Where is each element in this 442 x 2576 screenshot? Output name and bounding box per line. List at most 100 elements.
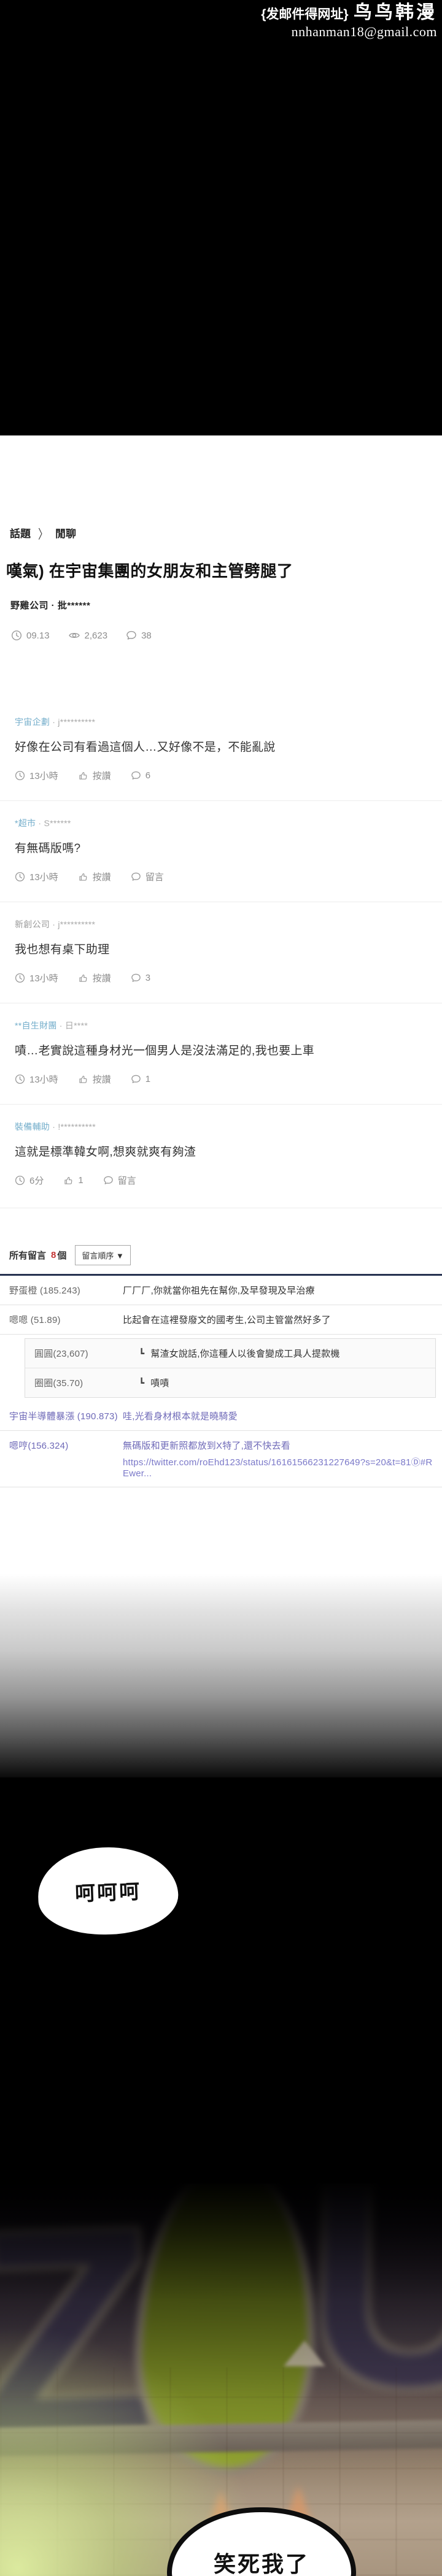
post-meta: 09.13 2,623 38 [11,630,442,641]
comment-count: 8 [51,1250,56,1260]
row-author: 宇宙半導體暴漲 (190.873) [9,1411,118,1422]
row-text: ┗ 幫渣女說話,你這種人以後會變成工具人提款機 [139,1349,340,1359]
comment-meta: 13小時 按讚 6 [15,769,427,782]
comment-item: 新創公司 · j********** 我也想有桌下助理 13小時 按讚 3 [0,902,442,1003]
reply-button[interactable]: 3 [131,973,150,983]
panel-fade-gradient [0,1574,442,1777]
comment-author: *超市 · S****** [15,817,427,829]
comment-author-id: · j********** [52,919,96,929]
like-button[interactable]: 1 [63,1175,83,1186]
thumbs-up-icon [79,873,87,881]
reply-row: 圈圈(35.70) ┗ 嘖嘖 [25,1368,435,1397]
comment-bubble-icon [131,771,141,780]
post-views: 2,623 [68,630,107,641]
watermark-badge: {发邮件得网址} [261,7,349,21]
watermark-email: nnhanman18@gmail.com [291,23,437,39]
comment-meta: 13小時 按讚 3 [15,972,427,984]
thumbs-up-icon [79,974,87,982]
table-row: 嗯嗯 (51.89) 比起會在這裡發廢文的國考生,公司主管當然好多了 [0,1305,442,1335]
forum-panel: 話題 〉 閒聊 嘆氣) 在宇宙集團的女朋友和主管劈腿了 野雞公司 · 批****… [0,435,442,1574]
post-author: 野雞公司 · 批****** [10,600,91,611]
comment-author: 新創公司 · j********** [15,918,427,930]
reply-button[interactable]: 留言 [103,1174,136,1187]
comment-count-unit: 個 [57,1251,67,1261]
speech-bubble-hehe: 呵呵呵 [36,1845,180,1937]
comment-bubble-icon [126,631,136,640]
reply-button[interactable]: 留言 [131,870,164,883]
webtoon-page: {发邮件得网址} 鸟鸟韩漫 nnhanman18@gmail.com 話題 〉 … [0,0,442,2576]
row-author: 嗯嗯 (51.89) [9,1315,61,1325]
row-text: 厂厂厂,你就當你祖先在幫你,及早發現及早治療 [123,1286,315,1296]
breadcrumb: 話題 〉 閒聊 [10,525,442,542]
sign-letter-u: U [304,2183,442,2447]
comment-author-id: · 日**** [59,1021,88,1030]
post-title: 嘆氣) 在宇宙集團的女朋友和主管劈腿了 [6,562,293,580]
comment-bubble-icon [131,973,141,982]
comment-author: **自生財團 · 日**** [15,1019,427,1032]
reply-button[interactable]: 6 [131,770,150,781]
table-row: 宇宙半導體暴漲 (190.873) 哇,光看身材根本就是曉騎愛 [0,1401,442,1431]
clock-icon [15,1074,25,1084]
reply-row: 圓圓(23,607) ┗ 幫渣女說話,你這種人以後會變成工具人提款機 [25,1339,435,1368]
comment-author-team: 宇宙企劃 [15,717,50,727]
comment-author-id: · !********** [52,1122,96,1132]
comment-meta: 13小時 按讚 1 [15,1073,427,1086]
sign-triangle-shape [284,2340,325,2366]
comment-item: *超市 · S****** 有無碼版嗎? 13小時 按讚 留言 [0,800,442,902]
watermark: {发邮件得网址} 鸟鸟韩漫 nnhanman18@gmail.com [261,2,437,39]
comment-author: 宇宙企劃 · j********** [15,716,427,728]
comment-time: 13小時 [15,870,58,883]
comment-text: 我也想有桌下助理 [15,943,110,956]
row-author: 嗯哼(156.324) [9,1441,69,1451]
comment-meta: 6分 1 留言 [15,1174,427,1187]
breadcrumb-current[interactable]: 閒聊 [55,525,76,540]
reply-arrow-icon: ┗ [139,1349,145,1359]
comment-text: 這就是標準韓女啊,想爽就爽有夠渣 [15,1146,196,1159]
sign-letter-z: Z [0,2183,160,2495]
comment-meta: 13小時 按讚 留言 [15,870,427,883]
table-row: 野蛋橙 (185.243) 厂厂厂,你就當你祖先在幫你,及早發現及早治療 [0,1276,442,1305]
thumbs-up-icon [79,1075,87,1083]
table-row: 嗯哼(156.324) 無碼版和更新照都放到X特了,還不快去看 https://… [0,1431,442,1487]
comment-author-team: **自生財團 [15,1021,57,1030]
reply-button[interactable]: 1 [131,1074,150,1084]
thumbs-up-icon [79,772,87,780]
comment-time: 13小時 [15,972,58,984]
like-button[interactable]: 按讚 [78,769,111,782]
twitter-link[interactable]: https://twitter.com/roEhd123/status/1616… [123,1455,436,1479]
comment-bubble-icon [103,1176,113,1184]
like-button[interactable]: 按讚 [78,972,111,984]
comment-bubble-icon [131,1075,141,1083]
row-text: 比起會在這裡發廢文的國考生,公司主管當然好多了 [123,1315,331,1325]
sort-order-dropdown[interactable]: 留言順序 ▼ [75,1245,131,1265]
row-text: 哇,光看身材根本就是曉騎愛 [123,1411,238,1422]
comment-bubble-icon [131,872,141,881]
all-comments-label: 所有留言 [9,1251,47,1261]
like-button[interactable]: 按讚 [78,870,111,883]
clock-icon [11,630,22,641]
sign-ledge [0,2420,442,2456]
eye-icon [68,633,80,638]
row-author: 圈圈(35.70) [34,1378,83,1389]
comment-text: 有無碼版嗎? [15,842,81,855]
post-comment-count: 38 [126,630,152,641]
comment-time: 13小時 [15,1073,58,1086]
row-text: ┗ 嘖嘖 [139,1378,169,1389]
comment-table-header: 所有留言 8 個 留言順序 ▼ [9,1245,442,1265]
reply-arrow-icon: ┗ [139,1378,145,1389]
row-author: 圓圓(23,607) [34,1349,88,1359]
clock-icon [15,770,25,781]
comment-author-team: 裝備輔助 [15,1122,50,1132]
comment-author-id: · S****** [38,818,71,828]
breadcrumb-root[interactable]: 話題 [10,525,31,540]
comment-author: 裝備輔助 · !********** [15,1121,427,1133]
reply-group: 圓圓(23,607) ┗ 幫渣女說話,你這種人以後會變成工具人提款機 圈圈(35.… [25,1338,436,1398]
comment-item: 宇宙企劃 · j********** 好像在公司有看過這個人…又好像不是，不能亂說… [0,700,442,800]
comment-text: 好像在公司有看過這個人…又好像不是，不能亂說 [15,741,276,754]
comment-item: 裝備輔助 · !********** 這就是標準韓女啊,想爽就爽有夠渣 6分 1 … [0,1104,442,1208]
comment-item: **自生財團 · 日**** 嘖…老實說這種身材光一個男人是沒法滿足的,我也要上車… [0,1003,442,1104]
sign-leaf-shape [131,2183,321,2477]
row-author: 野蛋橙 (185.243) [9,1286,80,1296]
comment-author-team: 新創公司 [15,919,50,929]
like-button[interactable]: 按讚 [78,1073,111,1086]
